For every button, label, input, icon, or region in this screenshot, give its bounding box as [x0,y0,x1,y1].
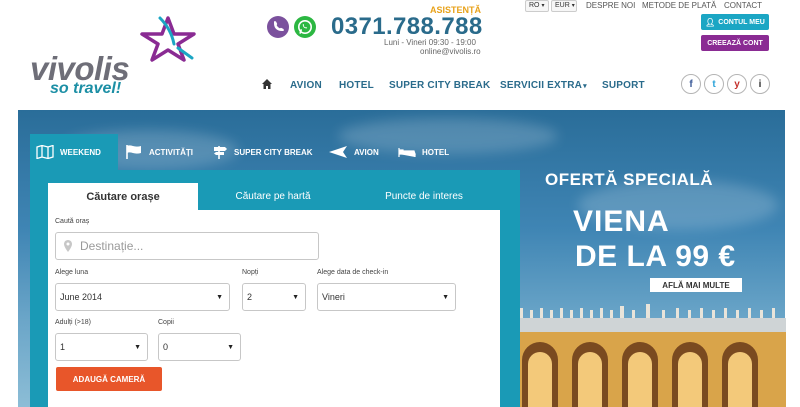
user-icon: 👤︎ [705,17,716,27]
tab-activities[interactable]: ACTIVITĂȚI [125,134,193,170]
promo-price: DE LA 99 € [575,240,736,273]
map-icon [36,145,54,159]
nights-label: Nopți [242,269,259,276]
nav-flight[interactable]: AVION [290,80,322,91]
tab-activities-label: ACTIVITĂȚI [149,147,193,157]
chevron-down-icon: ▼ [292,293,299,301]
home-icon[interactable] [261,78,273,90]
destination-placeholder: Destinație... [80,239,144,253]
star-logo-icon [140,16,196,62]
nav-super-city-break[interactable]: SUPER CITY BREAK [389,80,490,91]
whatsapp-icon[interactable] [294,16,316,38]
tab-super-city-break[interactable]: SUPER CITY BREAK [212,134,313,170]
page: vivolis so travel! ASISTENȚĂ 0371.788.78… [0,0,800,407]
instagram-icon[interactable]: i [750,74,770,94]
tab-flight-label: AVION [354,147,379,157]
flag-icon [126,145,141,159]
language-select[interactable]: RO ▾ [525,0,549,12]
add-room-button[interactable]: ADAUGĂ CAMERĂ [56,367,162,391]
nav-extra-services[interactable]: SERVICII EXTRA▾ [500,80,587,91]
tab-weekend-label: WEEKEND [60,147,101,157]
tab-weekend[interactable]: WEEKEND [30,134,118,170]
nav-support[interactable]: SUPORT [602,80,645,91]
chevron-down-icon: ▼ [227,343,234,351]
search-category-tabs: WEEKEND ACTIVITĂȚI SUPER CITY BREAK AVIO… [30,134,520,170]
tab-hotel[interactable]: HOTEL [398,134,449,170]
nav-hotel[interactable]: HOTEL [339,80,374,91]
checkin-value: Vineri [322,292,345,302]
subtab-points-of-interest[interactable]: Puncte de interes [348,183,500,210]
airplane-icon [329,146,347,158]
logo-tagline: so travel! [50,80,122,97]
contact-email[interactable]: online@vivolis.ro [420,47,481,56]
chevron-down-icon: ▾ [541,3,545,9]
payment-methods-link[interactable]: METODE DE PLATĂ [642,1,716,10]
promo-title: OFERTĂ SPECIALĂ [545,170,714,189]
chevron-down-icon: ▾ [571,3,575,9]
month-value: June 2014 [60,292,103,302]
nights-value: 2 [247,292,253,302]
search-mode-tabs: Căutare orașe Căutare pe hartă Puncte de… [48,183,500,210]
promo-city: VIENA [573,205,670,238]
tab-hotel-label: HOTEL [422,147,450,157]
chevron-down-icon: ▼ [134,343,141,351]
about-link[interactable]: DESPRE NOI [586,1,635,10]
learn-more-button[interactable]: AFLĂ MAI MULTE [650,278,742,292]
contact-link[interactable]: CONTACT [724,1,762,10]
children-value: 0 [163,342,169,352]
nights-select[interactable]: 2 ▼ [242,283,306,311]
subtab-map-search[interactable]: Căutare pe hartă [198,183,348,210]
currency-value: EUR [555,2,570,9]
currency-select[interactable]: EUR ▾ [551,0,577,12]
chevron-down-icon: ▾ [583,83,587,90]
my-account-button[interactable]: 👤︎ CONTUL MEU [701,14,769,30]
chevron-down-icon: ▼ [216,293,223,301]
viber-icon[interactable] [267,16,289,38]
children-select[interactable]: 0 ▼ [158,333,241,361]
phone-number[interactable]: 0371.788.788 [331,13,483,41]
chevron-down-icon: ▼ [442,293,449,301]
youtube-icon[interactable]: y [727,74,747,94]
subtab-city-search[interactable]: Căutare orașe [48,183,198,210]
city-label: Caută oraș [55,218,90,225]
destination-input[interactable]: Destinație... [55,232,319,260]
facebook-icon[interactable]: f [681,74,701,94]
children-label: Copii [158,319,174,326]
adults-label: Adulți (>18) [55,319,91,326]
checkin-label: Alege data de check-in [317,269,389,276]
twitter-icon[interactable]: t [704,74,724,94]
location-pin-icon [64,240,72,252]
checkin-select[interactable]: Vineri ▼ [317,283,456,311]
office-hours: Luni - Vineri 09:30 - 19:00 [384,38,476,47]
vienna-palace-image [516,304,786,407]
tab-super-city-break-label: SUPER CITY BREAK [234,147,313,157]
my-account-label: CONTUL MEU [718,18,765,26]
adults-value: 1 [60,342,66,352]
month-label: Alege luna [55,269,89,276]
create-account-button[interactable]: CREEAZĂ CONT [701,35,769,51]
nav-extra-services-label: SERVICII EXTRA [500,80,583,91]
month-select[interactable]: June 2014 ▼ [55,283,230,311]
language-value: RO [529,2,540,9]
signpost-icon [214,146,227,159]
tab-flight[interactable]: AVION [328,134,379,170]
adults-select[interactable]: 1 ▼ [55,333,148,361]
vivolis-logo[interactable]: vivolis so travel! [28,14,198,100]
bed-icon [398,148,416,157]
